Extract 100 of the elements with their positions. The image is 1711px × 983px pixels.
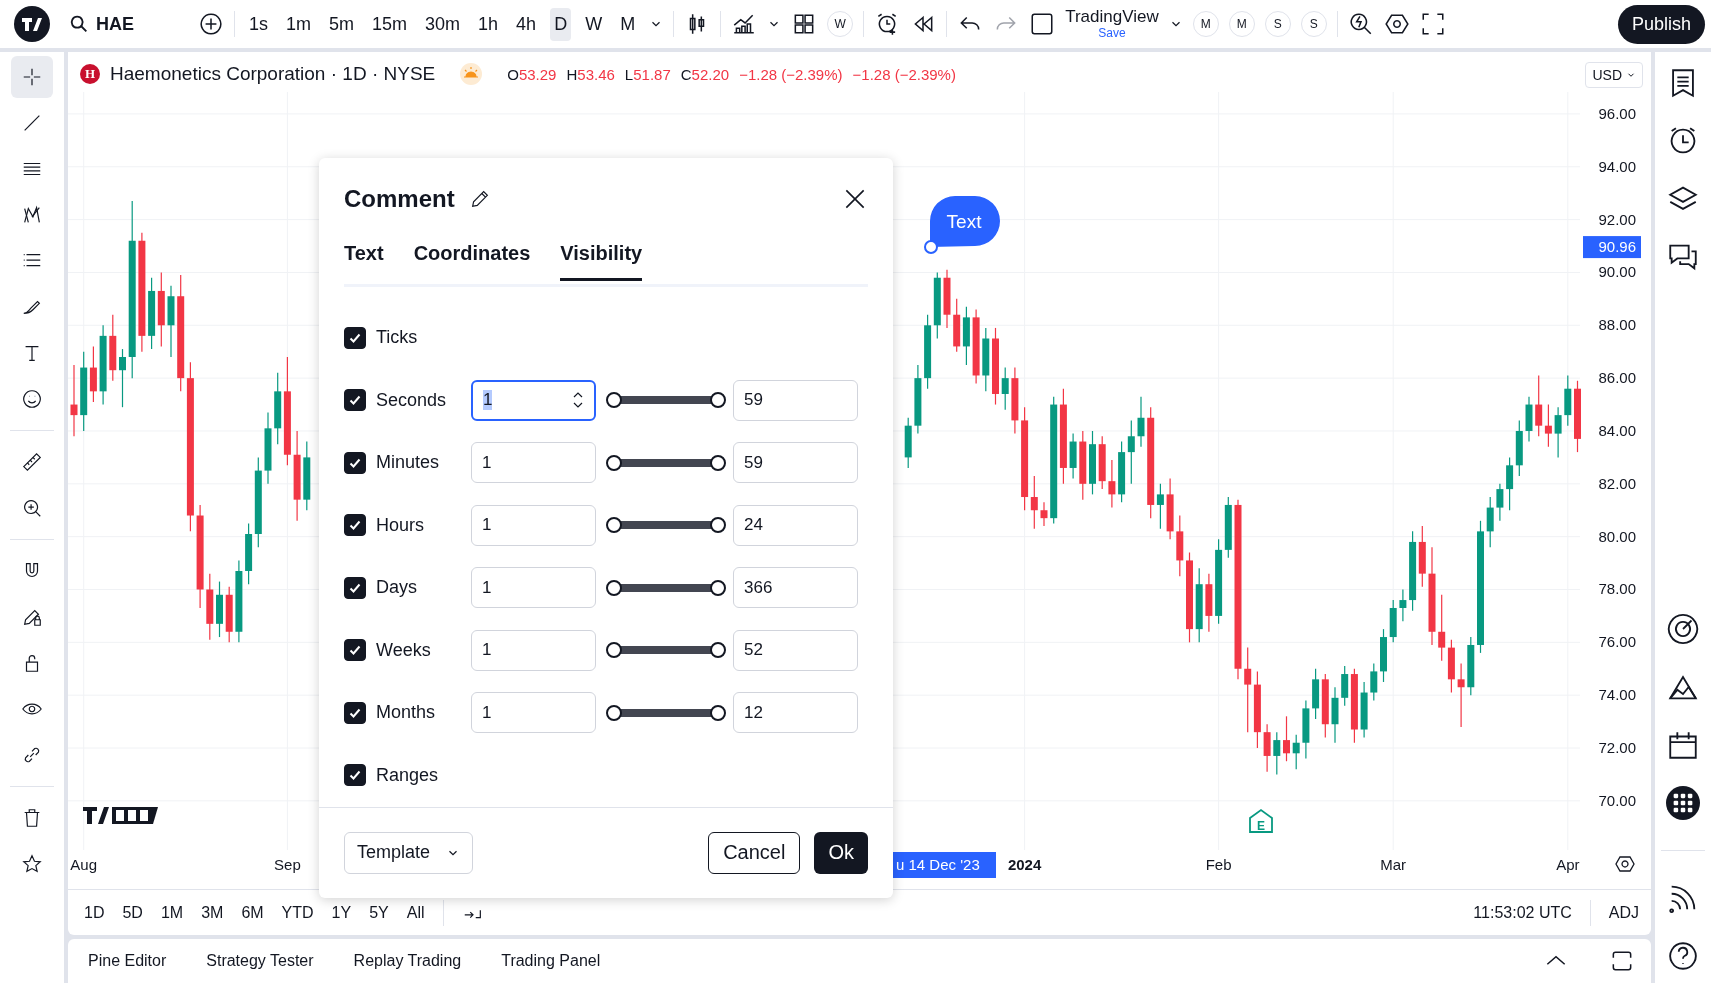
- smiley-icon: [21, 388, 43, 410]
- timeframe-button[interactable]: W: [581, 7, 607, 41]
- crosshair-date-label: u 14 Dec '23: [893, 852, 996, 878]
- earnings-marker[interactable]: E: [1249, 808, 1273, 833]
- candle: [1089, 430, 1096, 495]
- range-button[interactable]: 3M: [201, 903, 224, 922]
- candle: [943, 269, 951, 329]
- range-slider[interactable]: [606, 517, 726, 534]
- candle: [1370, 662, 1378, 702]
- range-button[interactable]: 5Y: [369, 903, 389, 922]
- timeframe-button[interactable]: 30m: [421, 7, 465, 41]
- range-slider[interactable]: [606, 642, 726, 659]
- range-button[interactable]: 1Y: [331, 903, 352, 922]
- template-dropdown[interactable]: Template: [344, 831, 474, 874]
- add-symbol-icon[interactable]: [198, 11, 224, 37]
- help-icon[interactable]: [1666, 939, 1700, 973]
- panel-tab[interactable]: Strategy Tester: [206, 952, 314, 970]
- checkbox[interactable]: [344, 389, 366, 412]
- checkbox[interactable]: [344, 576, 366, 599]
- checkbox[interactable]: [344, 326, 366, 349]
- fullscreen-icon[interactable]: [1419, 11, 1446, 37]
- price-label: 84.00: [1598, 421, 1636, 439]
- publish-button[interactable]: Publish: [1617, 4, 1705, 44]
- range-button[interactable]: 1D: [84, 903, 105, 922]
- search-icon: [68, 13, 90, 35]
- candle: [914, 364, 922, 435]
- candle: [1302, 699, 1310, 760]
- range-button[interactable]: 5D: [122, 903, 143, 922]
- time-label: 2024: [1007, 856, 1042, 873]
- range-slider[interactable]: [606, 454, 726, 471]
- candle: [1389, 599, 1397, 643]
- currency-select[interactable]: USD: [1585, 62, 1643, 88]
- row-label: Hours: [376, 514, 425, 536]
- range-slider[interactable]: [606, 704, 726, 721]
- panel-tab[interactable]: Pine Editor: [88, 952, 167, 970]
- clock-time[interactable]: 11:53:02 UTC: [1473, 903, 1572, 922]
- range-slider[interactable]: [606, 392, 726, 409]
- checkbox[interactable]: [344, 451, 366, 474]
- number-field[interactable]: 52: [733, 629, 858, 671]
- timeframe-button[interactable]: 5m: [325, 7, 359, 41]
- square-icon[interactable]: [1029, 11, 1056, 37]
- symbol-search[interactable]: HAE: [68, 13, 188, 35]
- checkbox[interactable]: [344, 701, 366, 724]
- price-label: 94.00: [1598, 157, 1636, 175]
- number-field[interactable]: 59: [733, 379, 858, 421]
- ruler-icon: [21, 451, 43, 473]
- layout-menu[interactable]: TradingView Save: [1065, 8, 1159, 40]
- search-icon[interactable]: [1347, 11, 1374, 37]
- number-field[interactable]: 24: [733, 504, 858, 546]
- logo-icon[interactable]: [14, 6, 50, 42]
- range-button[interactable]: All: [406, 903, 425, 922]
- timeframe-button[interactable]: 1m: [282, 7, 316, 41]
- crosshair-icon: [21, 66, 43, 88]
- time-label: Feb: [1205, 856, 1232, 873]
- number-field[interactable]: 1: [471, 692, 596, 734]
- panel-tab[interactable]: Replay Trading: [353, 952, 462, 970]
- timeframe-button[interactable]: M: [616, 7, 640, 41]
- candle: [1486, 496, 1494, 548]
- number-field[interactable]: 1: [471, 567, 596, 609]
- adjust-button[interactable]: ADJ: [1608, 903, 1639, 922]
- range-slider[interactable]: [606, 579, 726, 596]
- dialog-tab[interactable]: Text: [344, 242, 384, 282]
- number-field[interactable]: 59: [733, 442, 858, 484]
- price-label: 86.00: [1598, 369, 1636, 387]
- ok-button[interactable]: Ok: [814, 831, 868, 874]
- dialog-title: Comment: [344, 185, 455, 214]
- cancel-button[interactable]: Cancel: [708, 831, 801, 874]
- candle: [1176, 514, 1184, 577]
- number-field[interactable]: 366: [733, 567, 858, 609]
- dialog-tab[interactable]: Coordinates: [413, 242, 531, 282]
- dialog-tab[interactable]: Visibility: [560, 242, 643, 282]
- time-label: Aug: [70, 856, 98, 873]
- price-change: −1.28 (−2.39%): [739, 65, 843, 83]
- symbol-logo: H: [80, 64, 100, 84]
- checkbox[interactable]: [344, 764, 366, 787]
- range-button[interactable]: 1M: [160, 903, 184, 922]
- crosshair-tool[interactable]: [11, 56, 53, 98]
- number-field[interactable]: 1: [471, 629, 596, 671]
- range-button[interactable]: 6M: [241, 903, 264, 922]
- timeframe-button[interactable]: D: [550, 7, 572, 41]
- timeframe-button[interactable]: 15m: [368, 7, 412, 41]
- candle: [1108, 459, 1116, 509]
- number-field[interactable]: 1: [471, 504, 596, 546]
- candle: [1467, 636, 1475, 696]
- settings-icon[interactable]: [1616, 857, 1634, 871]
- checkbox[interactable]: [344, 514, 366, 537]
- panel-tab[interactable]: Trading Panel: [501, 952, 601, 970]
- target-icon[interactable]: [1666, 612, 1700, 646]
- price-label: 96.00: [1598, 104, 1636, 122]
- price-label: 70.00: [1598, 791, 1636, 809]
- symbol-title[interactable]: Haemonetics Corporation · 1D · NYSE: [110, 63, 436, 85]
- checkbox[interactable]: [344, 639, 366, 662]
- range-button[interactable]: YTD: [281, 903, 314, 922]
- apps-icon[interactable]: [1666, 786, 1700, 820]
- timeframe-button[interactable]: 1h: [474, 7, 503, 41]
- number-field[interactable]: 1: [471, 442, 596, 484]
- timeframe-button[interactable]: 1s: [245, 7, 272, 41]
- timeframe-button[interactable]: 4h: [512, 7, 541, 41]
- number-field[interactable]: 12: [733, 692, 858, 734]
- number-field[interactable]: 1: [471, 379, 596, 421]
